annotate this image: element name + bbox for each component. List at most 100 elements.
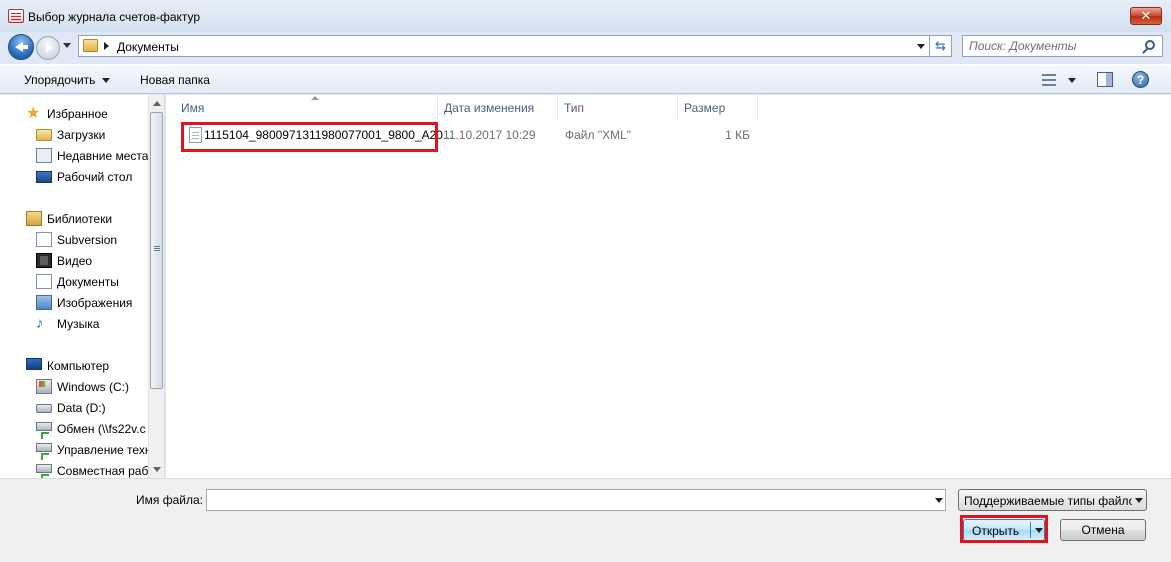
new-folder-button[interactable]: Новая папка [140,73,210,87]
sidebar-group-favorites[interactable]: ★ Избранное [0,104,150,124]
sidebar-item-downloads[interactable]: Загрузки [0,125,150,145]
open-options-dropdown-icon[interactable] [1035,528,1043,533]
search-input[interactable] [969,38,1141,54]
column-header-name[interactable]: Имя [175,95,438,119]
sidebar-item-label: Subversion [57,233,118,247]
back-button[interactable] [8,34,34,60]
sidebar-item-label: Data (D:) [57,401,106,415]
downloads-folder-icon [36,129,52,141]
sidebar-group-label: Компьютер [47,359,110,373]
file-type-select[interactable]: Поддерживаемые типы файлов [958,489,1147,511]
file-type-dropdown-icon [1135,498,1143,503]
address-path[interactable]: Документы [117,40,179,54]
column-header-type[interactable]: Тип [558,95,678,119]
sidebar-item-network-exchange[interactable]: Обмен (\\fs22v.c [0,419,150,439]
recent-places-icon [36,148,52,163]
organize-button[interactable]: Упорядочить [24,73,95,87]
help-icon[interactable]: ? [1132,71,1149,88]
address-dropdown-icon[interactable] [917,44,925,49]
sidebar-item-label: Загрузки [57,128,106,142]
sidebar-item-documents[interactable]: Документы [0,272,150,292]
desktop-icon [36,171,52,183]
sidebar-group-computer[interactable]: Компьютер [0,356,150,376]
sidebar-item-label: Недавние места [57,149,149,163]
filename-dropdown-icon[interactable] [935,498,943,503]
computer-icon [26,358,42,370]
cancel-button[interactable]: Отмена [1060,519,1146,541]
close-button[interactable]: ✕ [1130,7,1162,25]
search-box[interactable] [962,35,1163,57]
documents-icon [36,274,52,289]
navigation-bar: Документы ⇆ [0,32,1171,60]
column-header-size[interactable]: Размер [678,95,758,119]
drive-c-icon [36,379,52,394]
scrollbar-thumb[interactable] [150,112,163,389]
title-bar: Выбор журнала счетов-фактур ✕ [0,0,1171,32]
column-header-label: Тип [564,101,585,115]
address-bar[interactable]: Документы [78,35,930,57]
sidebar-item-label: Рабочий стол [57,170,133,184]
filename-input[interactable] [211,492,926,508]
scroll-up-icon[interactable] [153,101,161,106]
file-type-value: Поддерживаемые типы файлов [964,494,1132,508]
sidebar-item-subversion[interactable]: Subversion [0,230,150,250]
dialog-footer: Имя файла: Поддерживаемые типы файлов От… [0,478,1171,562]
open-button-label: Открыть [972,524,1020,538]
sidebar-item-video[interactable]: Видео [0,251,150,271]
file-row[interactable]: 1115104_9800971311980077001_9800_A20... … [181,122,781,148]
sort-ascending-icon [311,96,319,100]
subversion-icon [36,232,52,247]
sidebar-item-drive-c[interactable]: Windows (C:) [0,377,150,397]
libraries-icon [26,211,42,226]
breadcrumb-arrow-icon[interactable] [104,42,109,50]
sidebar-item-label: Музыка [57,317,100,331]
scroll-down-icon[interactable] [153,467,161,472]
favorites-star-icon: ★ [26,105,41,122]
network-drive-icon [36,443,52,460]
sidebar-group-libraries[interactable]: Библиотеки [0,209,150,229]
window-title: Выбор журнала счетов-фактур [28,10,201,24]
file-size: 1 КБ [725,128,750,142]
sidebar-item-music[interactable]: ♪ Музыка [0,314,150,334]
sidebar-item-label: Изображения [57,296,133,310]
sidebar-group-label: Библиотеки [47,212,113,226]
app-icon [8,9,24,23]
organize-dropdown-icon[interactable] [102,78,110,83]
sidebar-item-label: Windows (C:) [57,380,130,394]
column-header-date[interactable]: Дата изменения [438,95,558,119]
open-button[interactable]: Открыть [963,519,1045,541]
sidebar-group-label: Избранное [47,107,108,121]
sidebar-item-network-shared[interactable]: Совместная раб [0,461,150,478]
video-icon [36,253,52,268]
view-dropdown-icon[interactable] [1068,78,1076,83]
filename-combobox[interactable] [206,489,946,511]
navigation-pane: ★ Избранное Загрузки Недавние места Рабо… [0,95,165,478]
music-icon: ♪ [36,315,44,332]
images-icon [36,295,52,310]
sidebar-item-desktop[interactable]: Рабочий стол [0,167,150,187]
recent-pages-dropdown-icon[interactable] [63,43,71,48]
sidebar-item-label: Совместная раб [57,464,149,478]
filename-label: Имя файла: [136,493,203,507]
refresh-button[interactable]: ⇆ [930,35,952,57]
sidebar-item-label: Видео [57,254,93,268]
sidebar-scrollbar[interactable] [148,95,164,478]
network-drive-icon [36,464,52,478]
forward-button[interactable] [36,36,60,60]
file-name[interactable]: 1115104_9800971311980077001_9800_A20... [204,128,453,142]
column-header-label: Имя [181,101,205,115]
folder-icon [83,39,98,52]
preview-pane-icon[interactable] [1097,72,1113,87]
file-type: Файл "XML" [565,128,632,142]
file-date: 11.10.2017 10:29 [443,128,536,142]
sidebar-item-recent-places[interactable]: Недавние места [0,146,150,166]
column-header-label: Дата изменения [444,101,535,115]
sidebar-item-drive-d[interactable]: Data (D:) [0,398,150,418]
sidebar-item-images[interactable]: Изображения [0,293,150,313]
sidebar-item-network-management[interactable]: Управление техн [0,440,150,460]
view-options-icon[interactable] [1042,74,1056,86]
search-icon[interactable] [1145,40,1155,50]
sidebar-item-label: Управление техн [57,443,150,457]
drive-icon [36,404,52,413]
file-list: Имя Дата изменения Тип Размер 1115104_98… [166,95,1171,478]
